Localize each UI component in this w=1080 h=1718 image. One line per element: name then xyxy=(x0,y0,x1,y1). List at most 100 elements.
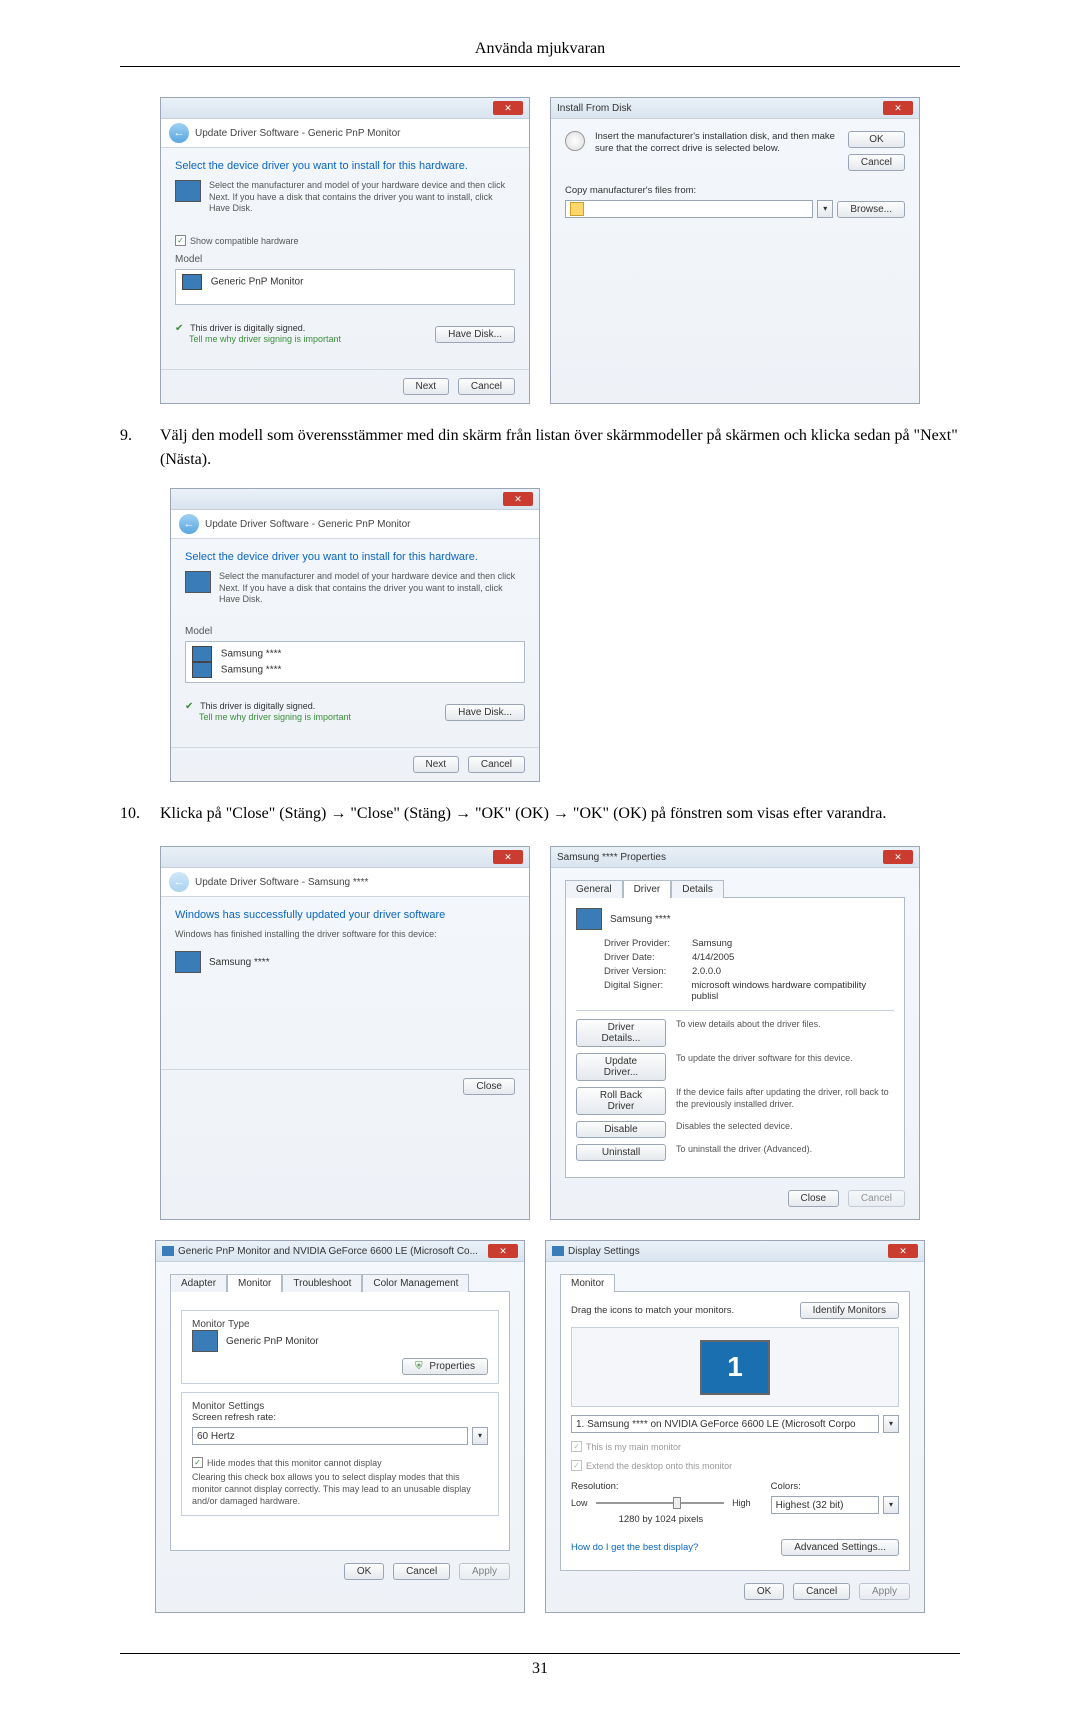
provider-value: Samsung xyxy=(692,938,732,949)
dialog-title: Generic PnP Monitor and NVIDIA GeForce 6… xyxy=(178,1246,478,1257)
monitor-select[interactable]: 1. Samsung **** on NVIDIA GeForce 6600 L… xyxy=(571,1415,879,1433)
signer-value: microsoft windows hardware compatibility… xyxy=(691,980,894,1002)
model-listbox[interactable]: Samsung **** Samsung **** xyxy=(185,641,525,683)
next-button[interactable]: Next xyxy=(403,378,450,395)
resolution-slider[interactable] xyxy=(596,1502,725,1504)
tab-color-management[interactable]: Color Management xyxy=(362,1274,469,1292)
close-icon[interactable]: ✕ xyxy=(883,850,913,864)
monitor-item-icon xyxy=(192,662,212,678)
ok-button[interactable]: OK xyxy=(744,1583,784,1600)
ok-button[interactable]: OK xyxy=(848,131,905,148)
close-icon[interactable]: ✕ xyxy=(503,492,533,506)
figure-row-4: Generic PnP Monitor and NVIDIA GeForce 6… xyxy=(120,1240,960,1613)
monitor-settings-legend: Monitor Settings xyxy=(188,1401,268,1412)
wizard-breadcrumb: Update Driver Software - Samsung **** xyxy=(195,877,368,888)
dialog-title: Install From Disk xyxy=(557,103,631,114)
model-item[interactable]: Generic PnP Monitor xyxy=(182,274,508,290)
copy-from-label: Copy manufacturer's files from: xyxy=(565,185,905,196)
chevron-down-icon[interactable]: ▾ xyxy=(817,200,833,218)
best-display-link[interactable]: How do I get the best display? xyxy=(571,1542,698,1553)
model-item[interactable]: Samsung **** xyxy=(192,662,518,678)
monitor-thumbnail[interactable]: 1 xyxy=(700,1340,770,1395)
rollback-driver-button[interactable]: Roll Back Driver xyxy=(576,1087,666,1115)
cancel-button[interactable]: Cancel xyxy=(793,1583,850,1600)
version-label: Driver Version: xyxy=(604,966,684,977)
tab-general[interactable]: General xyxy=(565,880,623,898)
version-value: 2.0.0.0 xyxy=(692,966,721,977)
shield-icon: ✔ xyxy=(185,701,193,712)
signed-text: This driver is digitally signed. xyxy=(190,323,305,333)
update-driver-desc: To update the driver software for this d… xyxy=(676,1053,853,1065)
figure-row-1: ✕ ← Update Driver Software - Generic PnP… xyxy=(120,97,960,404)
install-disk-text: Insert the manufacturer's installation d… xyxy=(595,131,838,156)
tab-driver[interactable]: Driver xyxy=(623,880,672,898)
chevron-down-icon[interactable]: ▾ xyxy=(472,1427,488,1445)
hide-modes-checkbox[interactable]: ✓ xyxy=(192,1457,203,1468)
close-icon[interactable]: ✕ xyxy=(883,101,913,115)
tab-monitor[interactable]: Monitor xyxy=(560,1274,615,1292)
cancel-button[interactable]: Cancel xyxy=(848,154,905,171)
close-icon[interactable]: ✕ xyxy=(888,1244,918,1258)
next-button[interactable]: Next xyxy=(413,756,460,773)
rollback-driver-desc: If the device fails after updating the d… xyxy=(676,1087,894,1110)
ok-button[interactable]: OK xyxy=(344,1563,384,1580)
tab-adapter[interactable]: Adapter xyxy=(170,1274,227,1292)
figure-row-3: ✕ ← Update Driver Software - Samsung ***… xyxy=(120,846,960,1220)
signing-link[interactable]: Tell me why driver signing is important xyxy=(199,712,351,722)
uninstall-button[interactable]: Uninstall xyxy=(576,1144,666,1161)
model-listbox[interactable]: Generic PnP Monitor xyxy=(175,269,515,305)
step-number: 10. xyxy=(120,802,160,826)
properties-button[interactable]: ⛨ Properties xyxy=(402,1358,488,1375)
have-disk-button[interactable]: Have Disk... xyxy=(435,326,515,343)
tab-troubleshoot[interactable]: Troubleshoot xyxy=(282,1274,362,1292)
colors-label: Colors: xyxy=(771,1481,899,1492)
identify-monitors-button[interactable]: Identify Monitors xyxy=(800,1302,899,1319)
monitor-small-icon xyxy=(162,1246,174,1256)
chevron-down-icon[interactable]: ▾ xyxy=(883,1415,899,1433)
refresh-rate-select[interactable]: 60 Hertz xyxy=(192,1427,468,1445)
disable-button[interactable]: Disable xyxy=(576,1121,666,1138)
update-driver-button[interactable]: Update Driver... xyxy=(576,1053,666,1081)
show-compatible-checkbox[interactable]: ✓ xyxy=(175,235,186,246)
display-settings-dialog: Display Settings ✕ Monitor Drag the icon… xyxy=(545,1240,925,1613)
model-item[interactable]: Samsung **** xyxy=(192,646,518,662)
browse-button[interactable]: Browse... xyxy=(837,201,905,218)
close-button[interactable]: Close xyxy=(788,1190,840,1207)
driver-details-button[interactable]: Driver Details... xyxy=(576,1019,666,1047)
wizard-subtext: Select the manufacturer and model of you… xyxy=(219,571,525,606)
page-number: 31 xyxy=(120,1653,960,1678)
close-button[interactable]: Close xyxy=(463,1078,515,1095)
close-icon[interactable]: ✕ xyxy=(493,850,523,864)
extend-desktop-checkbox: ✓ xyxy=(571,1460,582,1471)
apply-button[interactable]: Apply xyxy=(859,1583,910,1600)
driver-details-desc: To view details about the driver files. xyxy=(676,1019,821,1031)
cancel-button[interactable]: Cancel xyxy=(458,378,515,395)
tab-details[interactable]: Details xyxy=(671,880,724,898)
back-icon[interactable]: ← xyxy=(179,514,199,534)
drag-instruction: Drag the icons to match your monitors. xyxy=(571,1305,734,1316)
cancel-button[interactable]: Cancel xyxy=(468,756,525,773)
cancel-button[interactable]: Cancel xyxy=(393,1563,450,1580)
close-icon[interactable]: ✕ xyxy=(488,1244,518,1258)
copy-from-input[interactable] xyxy=(565,200,813,218)
monitor-icon xyxy=(175,951,201,973)
device-name: Samsung **** xyxy=(209,957,270,968)
tab-monitor[interactable]: Monitor xyxy=(227,1274,282,1292)
colors-select[interactable]: Highest (32 bit) xyxy=(771,1496,879,1514)
update-driver-success-dialog: ✕ ← Update Driver Software - Samsung ***… xyxy=(160,846,530,1220)
wizard-breadcrumb: Update Driver Software - Generic PnP Mon… xyxy=(195,128,400,139)
monitor-small-icon xyxy=(552,1246,564,1256)
back-icon[interactable]: ← xyxy=(169,123,189,143)
extend-desktop-label: Extend the desktop onto this monitor xyxy=(586,1461,732,1471)
signing-link[interactable]: Tell me why driver signing is important xyxy=(189,334,341,344)
close-icon[interactable]: ✕ xyxy=(493,101,523,115)
advanced-settings-button[interactable]: Advanced Settings... xyxy=(781,1539,899,1556)
chevron-down-icon[interactable]: ▾ xyxy=(883,1496,899,1514)
disable-desc: Disables the selected device. xyxy=(676,1121,793,1133)
wizard-breadcrumb: Update Driver Software - Generic PnP Mon… xyxy=(205,519,410,530)
driver-properties-dialog: Samsung **** Properties ✕ General Driver… xyxy=(550,846,920,1220)
apply-button[interactable]: Apply xyxy=(459,1563,510,1580)
show-compatible-label: Show compatible hardware xyxy=(190,236,299,246)
have-disk-button[interactable]: Have Disk... xyxy=(445,704,525,721)
page-header: Använda mjukvaran xyxy=(120,40,960,67)
